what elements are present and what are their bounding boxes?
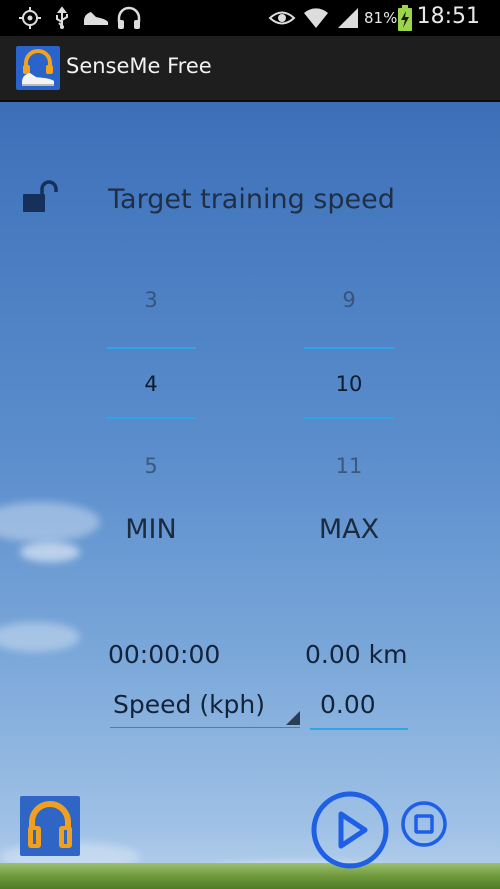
min-next-value[interactable]: 5 [106,454,196,478]
speed-value-text: 0.00 [320,690,376,719]
speed-value-field[interactable]: 0.00 [310,684,408,730]
signal-icon [336,6,360,34]
senseme-app-icon[interactable] [16,46,60,90]
distance-value: 0.00 km [305,640,408,669]
eye-icon [268,9,296,31]
battery-charging-icon [397,5,413,35]
min-label: MIN [125,514,177,545]
max-next-value[interactable]: 11 [304,454,394,478]
max-speed-picker[interactable]: 9 10 11 [304,288,394,498]
usb-icon [52,6,72,34]
cloud [20,542,80,562]
min-prev-value[interactable]: 3 [106,288,196,312]
max-selected-value[interactable]: 10 [304,372,394,396]
metric-dropdown[interactable]: Speed (kph) [110,684,300,728]
headphones-icon [116,6,142,34]
status-bar: 81% 18:51 [0,0,500,36]
cloud [0,622,80,652]
target-speed-heading: Target training speed [108,184,395,215]
headphones-button[interactable] [20,796,80,856]
main-content: Target training speed 3 4 5 MIN 9 10 11 … [0,102,500,889]
ground-strip [0,863,500,889]
max-label: MAX [318,514,380,545]
play-button[interactable] [310,790,390,870]
app-title: SenseMe Free [66,54,212,78]
gps-icon [18,6,42,34]
dropdown-arrow-icon [286,711,300,725]
clock: 18:51 [416,4,480,29]
metric-dropdown-value: Speed (kph) [113,690,266,719]
action-bar: SenseMe Free [0,36,500,102]
shoe-icon [82,9,110,31]
unlock-icon[interactable] [22,180,58,214]
picker-divider [304,417,394,419]
min-selected-value[interactable]: 4 [106,372,196,396]
picker-divider [304,347,394,349]
battery-percent: 81% [364,9,398,27]
stop-button[interactable] [400,800,448,848]
picker-divider [106,347,196,349]
elapsed-time: 00:00:00 [108,640,221,669]
play-icon [310,791,390,874]
min-speed-picker[interactable]: 3 4 5 [106,288,196,498]
max-prev-value[interactable]: 9 [304,288,394,312]
picker-divider [106,417,196,419]
wifi-icon [302,4,330,34]
stop-icon [400,801,448,852]
headphones-icon [20,801,80,860]
